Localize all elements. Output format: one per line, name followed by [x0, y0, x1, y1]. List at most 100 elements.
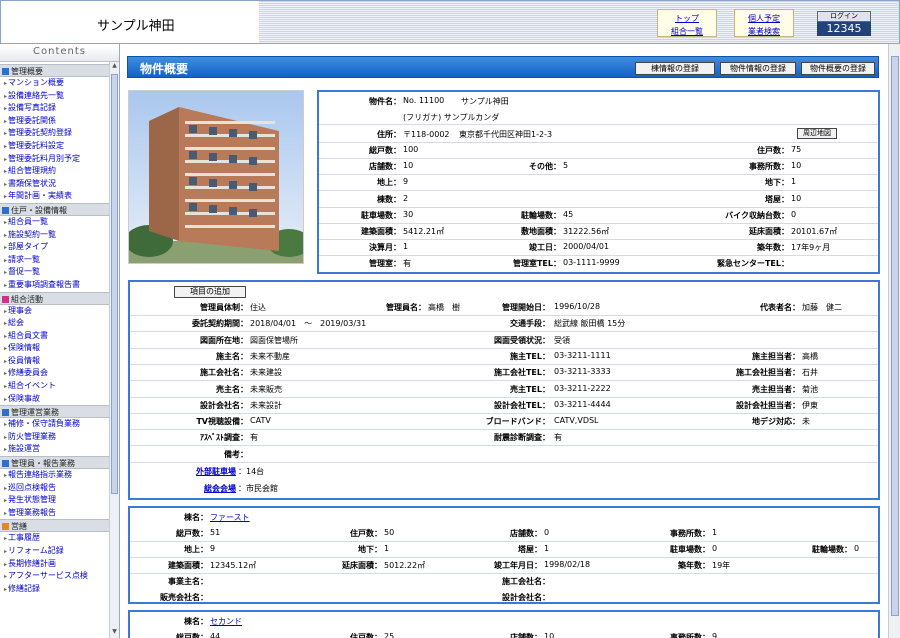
main-scrollbar[interactable]	[888, 44, 900, 638]
add-item-button[interactable]: 項目の追加	[174, 286, 246, 298]
sidebar-item[interactable]: 組合員一覧	[0, 216, 109, 229]
building-name-link[interactable]: ファースト	[210, 512, 250, 523]
sidebar-item[interactable]: 管理委託関係	[0, 115, 109, 128]
header-stripes	[259, 1, 899, 43]
sidebar-item[interactable]: 補修・保守請負業務	[0, 418, 109, 431]
sidebar-item[interactable]: 工事履歴	[0, 532, 109, 545]
sidebar-item[interactable]: 督促一覧	[0, 266, 109, 279]
field-value: 19年	[712, 561, 731, 570]
sidebar-item[interactable]: 防火管理業務	[0, 431, 109, 444]
sidebar-item[interactable]: マンション概要	[0, 77, 109, 90]
register-summary-button[interactable]: 物件概要の登録	[801, 62, 875, 75]
sidebar-item[interactable]: 修繕委員会	[0, 367, 109, 380]
building-name-link[interactable]: セカンド	[210, 616, 242, 627]
field-value: 51	[210, 528, 221, 537]
sidebar: Contents 管理概要マンション概要設備連絡先一覧設備写真記録管理委託関係管…	[0, 44, 120, 638]
sidebar-item[interactable]: 設備写真記録	[0, 102, 109, 115]
sidebar-item[interactable]: 保険情報	[0, 342, 109, 355]
sidebar-section[interactable]: 管理概要	[0, 64, 109, 77]
field-value: 5412.21㎡	[403, 227, 445, 236]
scroll-up-icon[interactable]: ▲	[110, 62, 119, 72]
field-label: 店舗数：	[510, 633, 542, 638]
field-label: 設計会社名：	[502, 593, 550, 602]
field-value: 未	[802, 417, 810, 427]
sidebar-section[interactable]: 組合活動	[0, 291, 109, 305]
field-label: 竣工年月日：	[494, 561, 542, 570]
sidebar-item[interactable]: 長期修繕計画	[0, 558, 109, 571]
sidebar-section[interactable]: 管理員・報告業務	[0, 456, 109, 470]
field-value: 未来建設	[250, 368, 282, 378]
sidebar-item[interactable]: 管理委託契約登録	[0, 127, 109, 140]
nav-union-list-link[interactable]: 組合一覧	[658, 26, 716, 37]
sidebar-item[interactable]: 部屋タイプ	[0, 241, 109, 254]
nav-vendor-search-link[interactable]: 業者検索	[735, 26, 793, 37]
field-label: 決算月：	[369, 243, 401, 253]
page-title-bar: 物件概要 棟情報の登録 物件情報の登録 物件概要の登録	[127, 56, 879, 78]
sidebar-item[interactable]: 組合管理規約	[0, 165, 109, 178]
field-value: 有	[403, 259, 411, 269]
app-header: サンプル神田 トップ 組合一覧 個人予定 業者検索 ログイン 12345	[0, 0, 900, 44]
sidebar-item[interactable]: 役員情報	[0, 355, 109, 368]
scroll-thumb[interactable]	[111, 74, 118, 494]
sidebar-section[interactable]: 住戸・設備情報	[0, 202, 109, 216]
external-parking-link[interactable]: 外部駐車場	[130, 466, 236, 477]
scroll-thumb[interactable]	[891, 56, 899, 616]
field-value: 未来不動産	[250, 351, 290, 361]
field-value: 受領	[554, 335, 570, 345]
nav-personal-schedule-link[interactable]: 個人予定	[735, 13, 793, 24]
sidebar-item[interactable]: 重要事項調査報告書	[0, 279, 109, 292]
sidebar-item[interactable]: 組合イベント	[0, 380, 109, 393]
register-building-button[interactable]: 棟情報の登録	[635, 62, 715, 75]
field-value: 有	[554, 433, 562, 443]
divider	[319, 142, 878, 143]
field-label: 図面受領状況：	[494, 335, 550, 345]
field-value: 9	[403, 177, 409, 187]
sidebar-item[interactable]: 施設運営	[0, 443, 109, 456]
field-value: 10	[791, 161, 802, 171]
register-property-button[interactable]: 物件情報の登録	[720, 62, 796, 75]
building-panel-first: 棟名： ファースト 総戸数： 51 住戸数： 50 店舗数： 0 事務所数： 1 地上： 9 地下：…	[128, 506, 880, 604]
sidebar-item[interactable]: 発生状態管理	[0, 494, 109, 507]
area-map-button[interactable]: 周辺地図	[797, 128, 837, 139]
section-square-icon	[2, 206, 9, 214]
sidebar-item[interactable]: 保険事故	[0, 393, 109, 406]
sidebar-item[interactable]: 管理委託料月別予定	[0, 153, 109, 166]
field-value: 1	[791, 177, 797, 187]
sidebar-item[interactable]: アフターサービス点検	[0, 570, 109, 583]
divider	[319, 206, 878, 208]
field-label: 図面所在地：	[200, 335, 248, 345]
sidebar-item[interactable]: 書類保管状況	[0, 178, 109, 191]
sidebar-item[interactable]: 施設契約一覧	[0, 229, 109, 242]
sidebar-item[interactable]: 請求一覧	[0, 254, 109, 267]
divider	[130, 445, 878, 447]
sidebar-item[interactable]: 理事会	[0, 305, 109, 318]
sidebar-item[interactable]: 組合員文書	[0, 330, 109, 343]
property-summary-panel: 物件名： No. 11100 サンプル神田 (フリガナ) サンプルカンダ 住所：…	[317, 90, 880, 274]
sidebar-section[interactable]: 営繕	[0, 519, 109, 533]
sidebar-item[interactable]: 年間計画・実績表	[0, 190, 109, 203]
login-button[interactable]: ログイン	[817, 11, 871, 22]
divider	[319, 124, 878, 125]
sidebar-item[interactable]: リフォーム記録	[0, 545, 109, 558]
scroll-down-icon[interactable]: ▼	[110, 628, 119, 638]
sidebar-item[interactable]: 巡回点検報告	[0, 482, 109, 495]
sidebar-item[interactable]: 総会	[0, 317, 109, 330]
sidebar-section-label: 住戸・設備情報	[11, 205, 67, 215]
sidebar-item[interactable]: 管理業務報告	[0, 507, 109, 520]
nav-top-link[interactable]: トップ	[658, 13, 716, 24]
divider	[130, 412, 878, 414]
field-label: 延床面積：	[342, 561, 382, 570]
field-label: TV視聴設備：	[196, 417, 248, 427]
sidebar-item[interactable]: 報告連絡指示業務	[0, 469, 109, 482]
sidebar-section[interactable]: 管理運営業務	[0, 405, 109, 419]
sidebar-item[interactable]: 管理委託料設定	[0, 140, 109, 153]
sidebar-item[interactable]: 設備連絡先一覧	[0, 90, 109, 103]
meeting-venue-link[interactable]: 総会会場	[130, 483, 236, 494]
field-label: 敷地面積：	[521, 227, 561, 236]
sidebar-item[interactable]: 修繕記録	[0, 583, 109, 596]
divider	[319, 158, 878, 159]
field-label: 塔屋：	[765, 194, 789, 204]
field-value: 25	[384, 632, 395, 638]
field-label: 地上：	[184, 545, 208, 554]
sidebar-scrollbar[interactable]: ▲ ▼	[109, 62, 119, 638]
